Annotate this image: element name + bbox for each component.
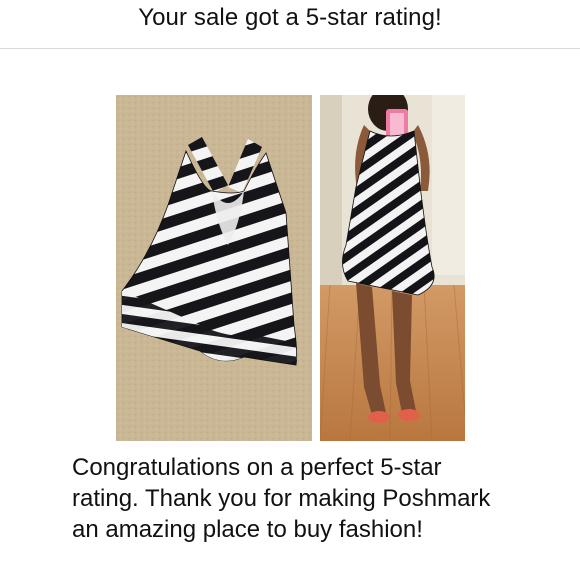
rating-message: Congratulations on a perfect 5-star rati… (72, 454, 491, 543)
product-photo-flat (116, 95, 312, 441)
product-photo-worn (320, 95, 465, 441)
page-title: Your sale got a 5-star rating! (138, 4, 442, 31)
header-bar: Your sale got a 5-star rating! (0, 0, 580, 49)
